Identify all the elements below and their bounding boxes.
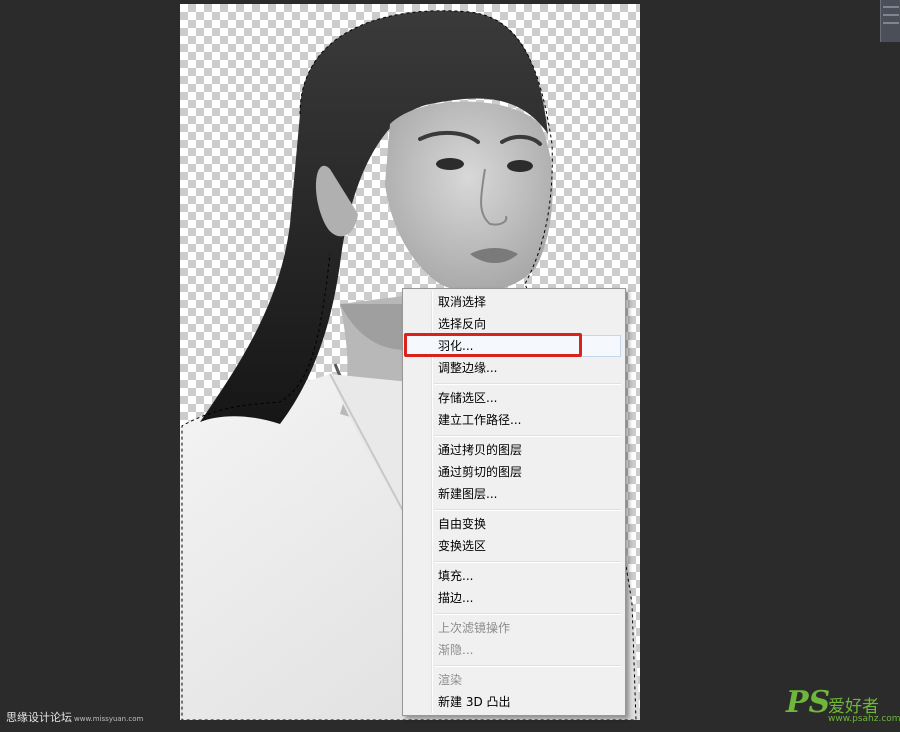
menu-item-layer-via-copy[interactable]: 通过拷贝的图层 xyxy=(405,439,621,461)
watermark-left-url: www.missyuan.com xyxy=(74,715,144,723)
menu-separator xyxy=(434,435,621,437)
menu-item-fill[interactable]: 填充... xyxy=(405,565,621,587)
menu-item-new-layer[interactable]: 新建图层... xyxy=(405,483,621,505)
menu-separator xyxy=(434,665,621,667)
menu-item-fade: 渐隐... xyxy=(438,643,474,657)
watermark-right-logo: PS 爱好者 www.psahz.com xyxy=(786,685,900,728)
menu-separator xyxy=(434,509,621,511)
menu-item-refine-edge[interactable]: 调整边缘... xyxy=(405,357,621,379)
menu-item-free-transform[interactable]: 自由变换 xyxy=(405,513,621,535)
annotation-highlight-box xyxy=(404,333,582,357)
menu-item-stroke[interactable]: 描边... xyxy=(405,587,621,609)
menu-item-last-filter: 上次滤镜操作 xyxy=(438,621,511,635)
menu-item-save-selection[interactable]: 存储选区... xyxy=(405,387,621,409)
ps-logo: PS xyxy=(786,685,831,720)
watermark-left-text: 思缘设计论坛 xyxy=(6,711,72,724)
menu-item-make-work-path[interactable]: 建立工作路径... xyxy=(405,409,621,431)
menu-separator xyxy=(434,383,621,385)
menu-item-new-3d-extrusion[interactable]: 新建 3D 凸出 xyxy=(405,691,621,713)
watermark-right-url: www.psahz.com xyxy=(828,714,900,724)
menu-separator xyxy=(434,613,621,615)
panel-edge[interactable] xyxy=(880,0,900,42)
menu-item-render: 渲染 xyxy=(438,673,463,687)
watermark-left: 思缘设计论坛 www.missyuan.com xyxy=(6,709,143,725)
menu-item-select-inverse[interactable]: 选择反向 xyxy=(405,313,621,335)
menu-item-layer-via-cut[interactable]: 通过剪切的图层 xyxy=(405,461,621,483)
menu-item-deselect[interactable]: 取消选择 xyxy=(405,291,621,313)
menu-separator xyxy=(434,561,621,563)
menu-item-transform-selection[interactable]: 变换选区 xyxy=(405,535,621,557)
